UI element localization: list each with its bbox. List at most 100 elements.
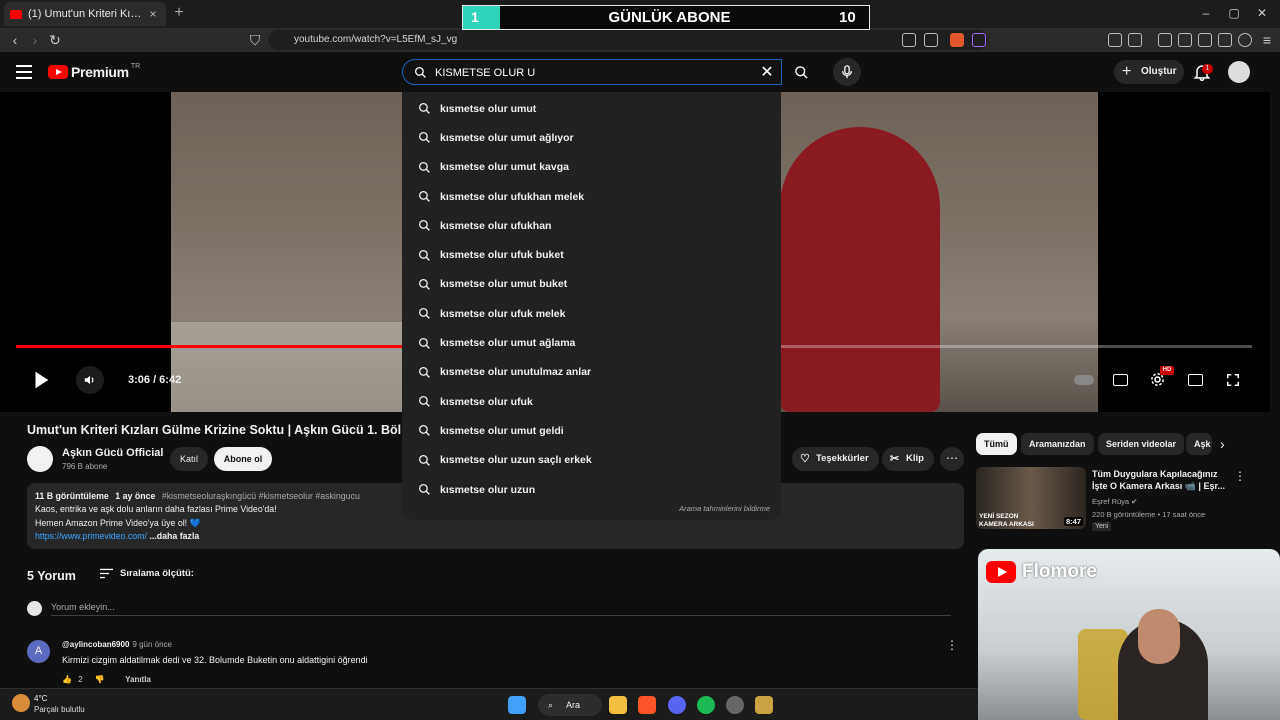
play-icon[interactable] xyxy=(30,369,52,391)
comment-menu-icon[interactable]: ⋮ xyxy=(946,638,958,652)
search-suggestion[interactable]: kısmetse olur ufuk xyxy=(402,387,781,416)
search-suggestion[interactable]: kısmetse olur ufuk melek xyxy=(402,299,781,328)
search-suggestion[interactable]: kısmetse olur umut xyxy=(402,94,781,123)
comment-username[interactable]: @aylincoban6900 xyxy=(62,640,129,649)
forward-icon[interactable]: › xyxy=(26,31,44,49)
search-suggestion[interactable]: kısmetse olur umut ağlama xyxy=(402,328,781,357)
guide-menu-icon[interactable] xyxy=(16,65,32,79)
miniplayer-icon[interactable] xyxy=(1188,374,1203,386)
join-button[interactable]: Katıl xyxy=(170,447,208,471)
create-button[interactable]: + Oluştur xyxy=(1114,60,1184,84)
suggestion-text: kısmetse olur umut kavga xyxy=(440,161,569,174)
obs-icon[interactable] xyxy=(726,696,744,714)
show-more-button[interactable]: ...daha fazla xyxy=(149,531,199,541)
suggestion-text: kısmetse olur umut buket xyxy=(440,278,568,291)
discord-icon[interactable] xyxy=(668,696,686,714)
search-suggestion[interactable]: kısmetse olur umut ağlıyor xyxy=(402,123,781,152)
bookmark-icon[interactable]: ⛉ xyxy=(246,31,264,49)
my-avatar xyxy=(27,601,42,616)
search-button[interactable] xyxy=(784,59,820,85)
thanks-button[interactable]: ♡ Teşekkürler xyxy=(792,447,879,471)
channel-avatar[interactable] xyxy=(27,446,53,472)
new-tab-button[interactable]: + xyxy=(170,4,188,22)
autoplay-toggle[interactable] xyxy=(1074,375,1094,385)
recommended-channel[interactable]: Eşref Rüya ✔ xyxy=(1092,497,1137,506)
search-suggestion[interactable]: kısmetse olur umut geldi xyxy=(402,416,781,445)
spotify-icon[interactable] xyxy=(697,696,715,714)
league-icon[interactable] xyxy=(755,696,773,714)
brave-browser-icon[interactable] xyxy=(638,696,656,714)
hashtags[interactable]: #kismetseolurаşkıngücü #kismetseolur #as… xyxy=(162,491,360,501)
search-suggestion[interactable]: kısmetse olur uzun saçlı erkek xyxy=(402,446,781,475)
search-suggestion[interactable]: kısmetse olur umut buket xyxy=(402,270,781,299)
commenter-avatar[interactable]: A xyxy=(27,640,50,663)
brave-rewards-icon[interactable] xyxy=(972,33,986,47)
share-icon[interactable] xyxy=(924,33,938,47)
reply-button[interactable]: Yanıtla xyxy=(125,675,151,684)
file-explorer-icon[interactable] xyxy=(609,696,627,714)
url-field[interactable]: youtube.com/watch?v=L5EfM_sJ_vg xyxy=(268,30,988,50)
minimize-button[interactable]: – xyxy=(1196,4,1216,22)
weather-temperature: 4°C xyxy=(34,694,48,703)
voice-search-button[interactable] xyxy=(833,58,861,86)
search-suggestion[interactable]: kısmetse olur umut kavga xyxy=(402,153,781,182)
add-comment-input[interactable]: Yorum ekleyin... xyxy=(51,602,951,616)
clear-search-icon[interactable]: ✕ xyxy=(757,60,777,86)
clip-button[interactable]: ✂ Klip xyxy=(882,447,934,471)
sidebar-icon[interactable] xyxy=(1178,33,1192,47)
subtitles-icon[interactable] xyxy=(1113,374,1128,386)
reload-icon[interactable]: ↻ xyxy=(46,31,64,49)
youtube-premium-logo[interactable]: Premium TR xyxy=(48,63,140,80)
taskbar-search[interactable]: ⌕ Ara xyxy=(538,694,602,716)
chip-love[interactable]: Aşk xyxy=(1186,433,1212,455)
chip-next-icon[interactable]: › xyxy=(1220,436,1225,452)
menu-icon[interactable]: ≡ xyxy=(1258,31,1276,49)
search-icon xyxy=(418,483,430,495)
search-input[interactable]: KISMETSE OLUR U ✕ xyxy=(402,59,782,85)
leo-icon[interactable] xyxy=(1218,33,1232,47)
youtube-logo-icon xyxy=(986,561,1016,583)
media-icon[interactable] xyxy=(1158,33,1172,47)
account-avatar[interactable] xyxy=(1228,61,1250,83)
browser-tab[interactable]: (1) Umut'un Kriteri Kızları Gülme × xyxy=(4,2,166,26)
vpn-icon[interactable] xyxy=(1238,33,1252,47)
dislike-icon[interactable]: 👎 xyxy=(95,675,105,684)
comment-author[interactable]: @aylincoban6900 9 gün önce xyxy=(62,640,172,649)
extensions-icon[interactable] xyxy=(1108,33,1122,47)
recommended-title[interactable]: Tüm Duygulara Kapılacağınız İşte O Kamer… xyxy=(1092,468,1227,492)
recommended-menu-icon[interactable]: ⋮ xyxy=(1234,469,1246,483)
search-suggestion[interactable]: kısmetse olur uzun xyxy=(402,475,781,504)
brave-shield-icon[interactable] xyxy=(950,33,964,47)
chip-from-search[interactable]: Aramanızdan xyxy=(1021,433,1094,455)
weather-icon[interactable] xyxy=(12,694,30,712)
screen-cast-icon[interactable] xyxy=(902,33,916,47)
more-actions-button[interactable]: ⋯ xyxy=(940,447,964,471)
sort-comments-button[interactable]: Sıralama ölçütü: xyxy=(100,567,194,581)
fullscreen-icon[interactable] xyxy=(1226,373,1240,387)
like-icon[interactable]: 👍 xyxy=(62,675,72,684)
screenshot-icon[interactable] xyxy=(1128,33,1142,47)
chip-all[interactable]: Tümü xyxy=(976,433,1017,455)
search-suggestion[interactable]: kısmetse olur unutulmaz anlar xyxy=(402,358,781,387)
comment-count: 5 Yorum xyxy=(27,569,76,583)
description-link[interactable]: https://www.primevideo.com/ xyxy=(35,531,147,541)
tab-close-icon[interactable]: × xyxy=(146,7,160,21)
recommended-thumbnail[interactable]: YENİ SEZON KAMERA ARKASI 8:47 xyxy=(976,467,1086,529)
suggestion-text: kısmetse olur umut xyxy=(440,102,537,115)
search-icon xyxy=(418,103,430,114)
close-window-button[interactable]: ✕ xyxy=(1252,4,1272,22)
back-icon[interactable]: ‹ xyxy=(6,31,24,49)
channel-name[interactable]: Aşkın Gücü Official xyxy=(62,447,163,459)
search-suggestion[interactable]: kısmetse olur ufukhan xyxy=(402,211,781,240)
search-suggestion[interactable]: kısmetse olur ufukhan melek xyxy=(402,182,781,211)
wallet-icon[interactable] xyxy=(1198,33,1212,47)
volume-button[interactable] xyxy=(76,366,104,394)
subscribe-button[interactable]: Abone ol xyxy=(214,447,272,471)
maximize-button[interactable]: ▢ xyxy=(1224,4,1244,22)
daily-subscriber-counter: 1 GÜNLÜK ABONE 10 xyxy=(462,5,870,30)
search-suggestion[interactable]: kısmetse olur ufuk buket xyxy=(402,240,781,269)
search-icon xyxy=(418,337,430,349)
start-menu-icon[interactable] xyxy=(508,696,526,714)
chip-series[interactable]: Seriden videolar xyxy=(1098,433,1185,455)
report-predictions-link[interactable]: Arama tahminlerini bildirme xyxy=(679,504,770,513)
